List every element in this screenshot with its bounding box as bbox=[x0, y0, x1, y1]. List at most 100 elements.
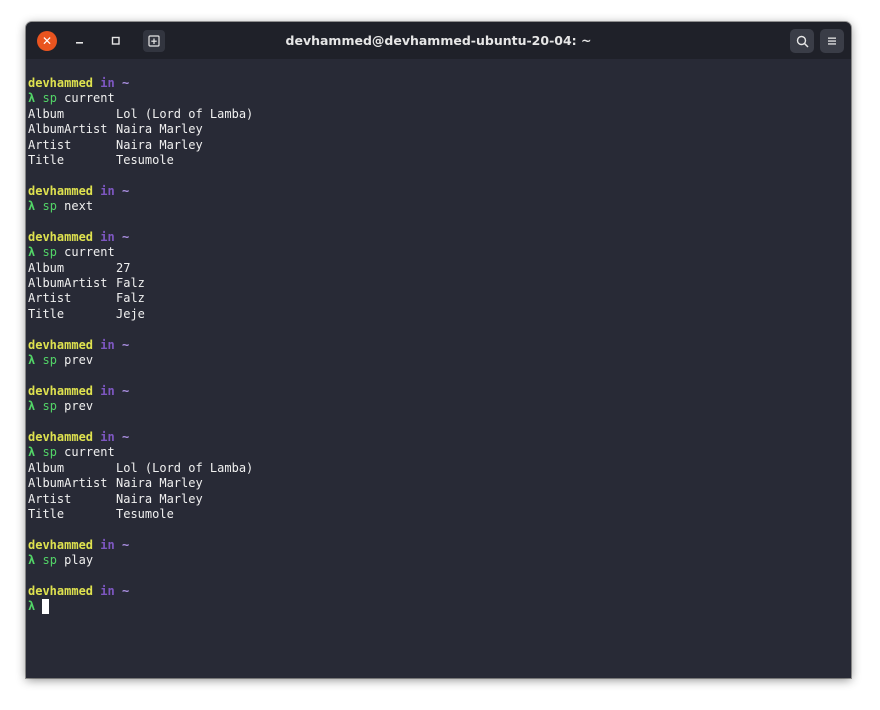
prompt-line: devhammed in ~ bbox=[28, 538, 848, 553]
terminal-output[interactable]: devhammed in ~ λ sp current Album Lol (Lord… bbox=[28, 76, 848, 615]
prompt-in: in bbox=[100, 337, 115, 352]
output-value: Tesumole bbox=[116, 506, 174, 521]
output-key: Title bbox=[28, 306, 65, 321]
command-name: sp bbox=[42, 91, 57, 106]
new-tab-button[interactable] bbox=[143, 30, 165, 52]
output-value: Naira Marley bbox=[116, 137, 203, 152]
search-icon bbox=[796, 35, 809, 48]
prompt-line: devhammed in ~ bbox=[28, 76, 848, 91]
prompt-in: in bbox=[100, 76, 115, 90]
close-icon: ✕ bbox=[41, 34, 53, 48]
prompt-symbol: λ bbox=[28, 245, 36, 260]
text-cursor bbox=[42, 599, 50, 615]
command-arg: play bbox=[64, 553, 94, 568]
output-line: Artist Falz bbox=[28, 291, 848, 306]
command-name: sp bbox=[42, 445, 57, 460]
minimize-icon bbox=[76, 42, 83, 44]
search-button[interactable] bbox=[790, 29, 814, 53]
prompt-in: in bbox=[100, 383, 115, 398]
output-value: Tesumole bbox=[116, 152, 174, 167]
menu-button[interactable] bbox=[820, 29, 844, 53]
prompt-user: devhammed bbox=[28, 383, 94, 398]
prompt-line: devhammed in ~ bbox=[28, 584, 848, 599]
output-key: Title bbox=[28, 506, 65, 521]
output-key: Album bbox=[28, 460, 65, 475]
prompt-user: devhammed bbox=[28, 537, 94, 552]
command-name: sp bbox=[42, 199, 57, 214]
prompt-dir: ~ bbox=[121, 76, 130, 90]
output-line: Title Tesumole bbox=[28, 153, 848, 168]
prompt-user: devhammed bbox=[28, 583, 94, 598]
output-value: Lol (Lord of Lamba) bbox=[116, 460, 254, 475]
prompt-dir: ~ bbox=[121, 183, 130, 198]
prompt-symbol: λ bbox=[28, 199, 36, 214]
output-key: AlbumArtist bbox=[28, 122, 108, 137]
prompt-user: devhammed bbox=[28, 76, 94, 90]
output-key: Title bbox=[28, 152, 65, 167]
output-value: 27 bbox=[116, 260, 131, 275]
prompt-user: devhammed bbox=[28, 337, 94, 352]
maximize-icon bbox=[111, 36, 120, 45]
output-key: Album bbox=[28, 106, 65, 121]
output-line: AlbumArtist Naira Marley bbox=[28, 476, 848, 491]
output-value: Jeje bbox=[116, 306, 145, 321]
output-value: Falz bbox=[116, 291, 145, 306]
minimize-button[interactable] bbox=[70, 31, 90, 51]
prompt-user: devhammed bbox=[28, 429, 94, 444]
command-name: sp bbox=[42, 399, 57, 414]
prompt-dir: ~ bbox=[121, 337, 130, 352]
output-key: Artist bbox=[28, 291, 72, 306]
maximize-button[interactable] bbox=[106, 31, 126, 51]
output-line: Album Lol (Lord of Lamba) bbox=[28, 107, 848, 122]
prompt-in: in bbox=[100, 429, 115, 444]
command-line: λ sp play bbox=[28, 553, 848, 568]
output-key: AlbumArtist bbox=[28, 476, 108, 491]
new-tab-icon bbox=[148, 35, 160, 47]
prompt-dir: ~ bbox=[121, 229, 130, 244]
output-line: Artist Naira Marley bbox=[28, 492, 848, 507]
command-arg: next bbox=[64, 199, 94, 214]
prompt-symbol: λ bbox=[28, 445, 36, 460]
command-line: λ sp current bbox=[28, 91, 848, 106]
output-line: Artist Naira Marley bbox=[28, 138, 848, 153]
command-name: sp bbox=[42, 245, 57, 260]
output-line: Album Lol (Lord of Lamba) bbox=[28, 461, 848, 476]
prompt-symbol: λ bbox=[28, 599, 36, 614]
output-line: AlbumArtist Falz bbox=[28, 276, 848, 291]
output-value: Naira Marley bbox=[116, 122, 203, 137]
command-line: λ sp prev bbox=[28, 353, 848, 368]
command-name: sp bbox=[42, 353, 57, 368]
output-line: AlbumArtist Naira Marley bbox=[28, 122, 848, 137]
output-key: Artist bbox=[28, 137, 72, 152]
command-arg: current bbox=[64, 245, 115, 260]
prompt-user: devhammed bbox=[28, 183, 94, 198]
command-arg: current bbox=[64, 445, 115, 460]
active-command-line[interactable]: λ bbox=[28, 599, 848, 615]
command-arg: prev bbox=[64, 399, 94, 414]
title-bar[interactable]: ✕ devhammed@devhammed-ubuntu-20-04: ~ bbox=[26, 22, 851, 59]
output-value: Lol (Lord of Lamba) bbox=[116, 106, 254, 121]
command-arg: prev bbox=[64, 353, 94, 368]
prompt-line: devhammed in ~ bbox=[28, 184, 848, 199]
close-button[interactable]: ✕ bbox=[37, 31, 57, 51]
hamburger-icon bbox=[828, 37, 836, 45]
output-value: Naira Marley bbox=[116, 491, 203, 506]
output-line: Album 27 bbox=[28, 261, 848, 276]
prompt-line: devhammed in ~ bbox=[28, 384, 848, 399]
prompt-line: devhammed in ~ bbox=[28, 430, 848, 445]
prompt-dir: ~ bbox=[121, 537, 130, 552]
command-line: λ sp prev bbox=[28, 399, 848, 414]
prompt-in: in bbox=[100, 537, 115, 552]
prompt-dir: ~ bbox=[121, 383, 130, 398]
terminal-window: ✕ devhammed@devhammed-ubuntu-20-04: ~ de… bbox=[26, 22, 851, 678]
command-name: sp bbox=[42, 553, 57, 568]
prompt-dir: ~ bbox=[121, 429, 130, 444]
prompt-symbol: λ bbox=[28, 399, 36, 414]
command-line: λ sp next bbox=[28, 199, 848, 214]
